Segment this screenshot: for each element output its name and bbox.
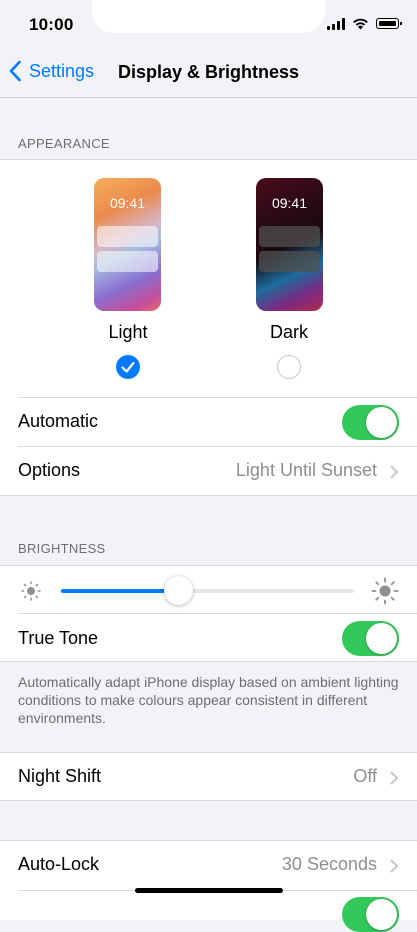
appearance-group: 09:41 Light 09:41 Dark Automatic Options… <box>0 159 417 496</box>
sun-large-icon <box>371 577 399 605</box>
brightness-slider[interactable] <box>61 589 354 593</box>
sun-small-icon <box>21 581 41 601</box>
dark-mode-label: Dark <box>269 322 308 342</box>
light-preview-card <box>97 251 158 272</box>
status-time: 10:00 <box>29 15 74 34</box>
status-bar: 10:00 <box>0 0 417 50</box>
true-tone-description: Automatically adapt iPhone display based… <box>18 674 399 726</box>
brightness-section-header: BRIGHTNESS <box>18 541 106 556</box>
chevron-right-icon <box>390 465 398 479</box>
night-shift-label: Night Shift <box>18 766 102 786</box>
night-shift-row[interactable]: Night Shift Off <box>0 752 417 801</box>
cellular-signal-icon <box>327 17 345 30</box>
auto-lock-label: Auto-Lock <box>18 854 100 874</box>
back-button[interactable]: Settings <box>8 60 94 82</box>
wifi-icon <box>353 18 368 30</box>
back-label: Settings <box>29 60 95 81</box>
page-title: Display & Brightness <box>118 62 300 82</box>
true-tone-toggle[interactable] <box>342 621 399 656</box>
automatic-label: Automatic <box>18 411 99 431</box>
toggle-knob <box>366 407 397 438</box>
brightness-slider-fill <box>61 589 179 593</box>
battery-icon <box>376 18 402 29</box>
chevron-left-icon <box>9 60 21 82</box>
toggle-knob <box>366 899 397 930</box>
options-value: Light Until Sunset <box>235 460 377 480</box>
auto-lock-value: 30 Seconds <box>281 854 377 874</box>
night-shift-value: Off <box>353 766 377 786</box>
toggle-knob <box>366 623 397 654</box>
brightness-slider-thumb[interactable] <box>163 576 193 605</box>
dark-preview-time: 09:41 <box>271 195 308 211</box>
automatic-toggle[interactable] <box>342 405 399 440</box>
raise-to-wake-toggle[interactable] <box>342 897 399 932</box>
dark-mode-radio[interactable] <box>277 355 301 379</box>
dark-preview-card <box>259 251 320 272</box>
true-tone-row: True Tone <box>0 614 417 662</box>
notch <box>92 0 325 33</box>
dark-preview-card <box>259 226 320 247</box>
chevron-right-icon <box>390 771 398 785</box>
light-mode-radio[interactable] <box>116 355 140 379</box>
light-mode-label: Light <box>108 322 148 342</box>
light-preview-time: 09:41 <box>109 195 146 211</box>
automatic-row: Automatic <box>0 398 417 446</box>
brightness-group: True Tone <box>0 565 417 662</box>
light-preview-card <box>97 226 158 247</box>
status-icons <box>327 17 402 30</box>
chevron-right-icon <box>390 859 398 873</box>
appearance-section-header: APPEARANCE <box>18 136 110 151</box>
home-indicator <box>135 888 283 893</box>
auto-lock-group: Auto-Lock 30 Seconds <box>0 840 417 932</box>
dark-mode-preview[interactable]: 09:41 <box>256 178 323 311</box>
navigation-bar: Settings Display & Brightness <box>0 50 417 98</box>
true-tone-label: True Tone <box>18 628 99 648</box>
options-row[interactable]: Options Light Until Sunset <box>0 447 417 496</box>
checkmark-icon <box>121 361 135 373</box>
auto-lock-row[interactable]: Auto-Lock 30 Seconds <box>0 841 417 890</box>
options-label: Options <box>18 460 81 480</box>
light-mode-preview[interactable]: 09:41 <box>94 178 161 311</box>
